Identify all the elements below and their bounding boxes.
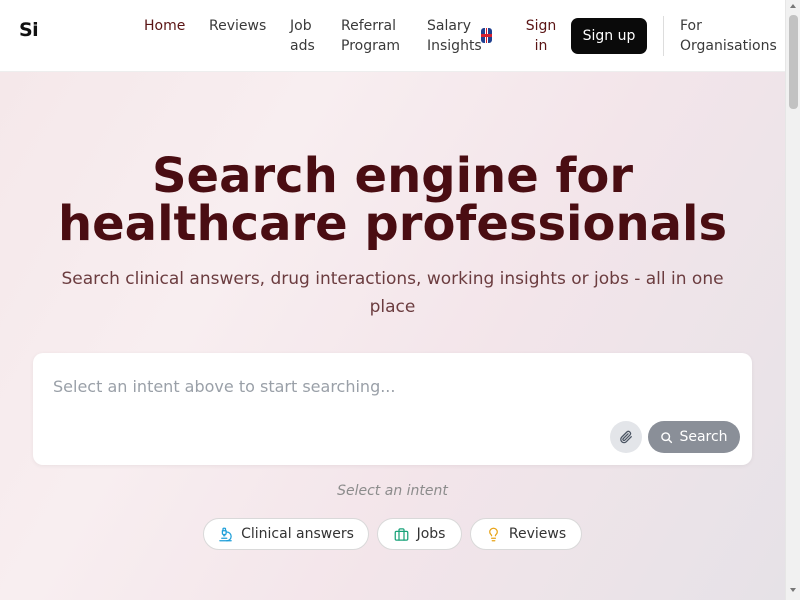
microscope-icon: [219, 527, 232, 541]
hero-subtitle: Search clinical answers, drug interactio…: [61, 269, 724, 317]
search-button-label: Search: [679, 429, 728, 445]
paperclip-icon: [620, 430, 632, 444]
hero-title: Search engine for healthcare professiona…: [57, 148, 728, 252]
nav-for-organisations[interactable]: For Organisations: [680, 16, 785, 56]
nav-job-ads[interactable]: Job ads: [290, 16, 320, 56]
scroll-up-arrow-icon[interactable]: [790, 4, 796, 8]
search-input[interactable]: [53, 371, 653, 401]
intent-label: Select an intent: [337, 483, 448, 499]
search-card: Search: [33, 353, 752, 465]
intent-reviews[interactable]: Reviews: [470, 518, 582, 550]
intent-label-jobs: Jobs: [416, 526, 446, 542]
search-button[interactable]: Search: [648, 421, 740, 453]
sign-in-link[interactable]: Sign in: [524, 16, 558, 56]
nav-reviews[interactable]: Reviews: [209, 16, 266, 36]
intent-clinical-answers[interactable]: Clinical answers: [203, 518, 369, 550]
sign-up-button[interactable]: Sign up: [571, 18, 647, 54]
briefcase-icon: [394, 527, 408, 541]
site-header: Si Home Reviews Job ads Referral Program…: [0, 0, 785, 72]
scroll-thumb[interactable]: [789, 15, 798, 109]
search-icon: [661, 431, 673, 443]
logo[interactable]: Si: [19, 19, 39, 41]
nav-home[interactable]: Home: [144, 16, 185, 36]
intent-label-reviews: Reviews: [508, 526, 567, 542]
nav-salary-insights[interactable]: Salary Insights: [427, 16, 489, 56]
nav-referral-program[interactable]: Referral Program: [341, 16, 411, 56]
scroll-down-arrow-icon[interactable]: [790, 588, 796, 592]
page-scrollbar[interactable]: [785, 0, 800, 600]
nav-divider: [663, 16, 664, 56]
intent-jobs[interactable]: Jobs: [377, 518, 462, 550]
intent-label-clinical: Clinical answers: [241, 526, 354, 542]
lightbulb-icon: [489, 527, 498, 541]
attach-button[interactable]: [610, 421, 642, 453]
hero-section: Search engine for healthcare professiona…: [0, 72, 785, 600]
uk-flag-icon[interactable]: [481, 28, 492, 43]
